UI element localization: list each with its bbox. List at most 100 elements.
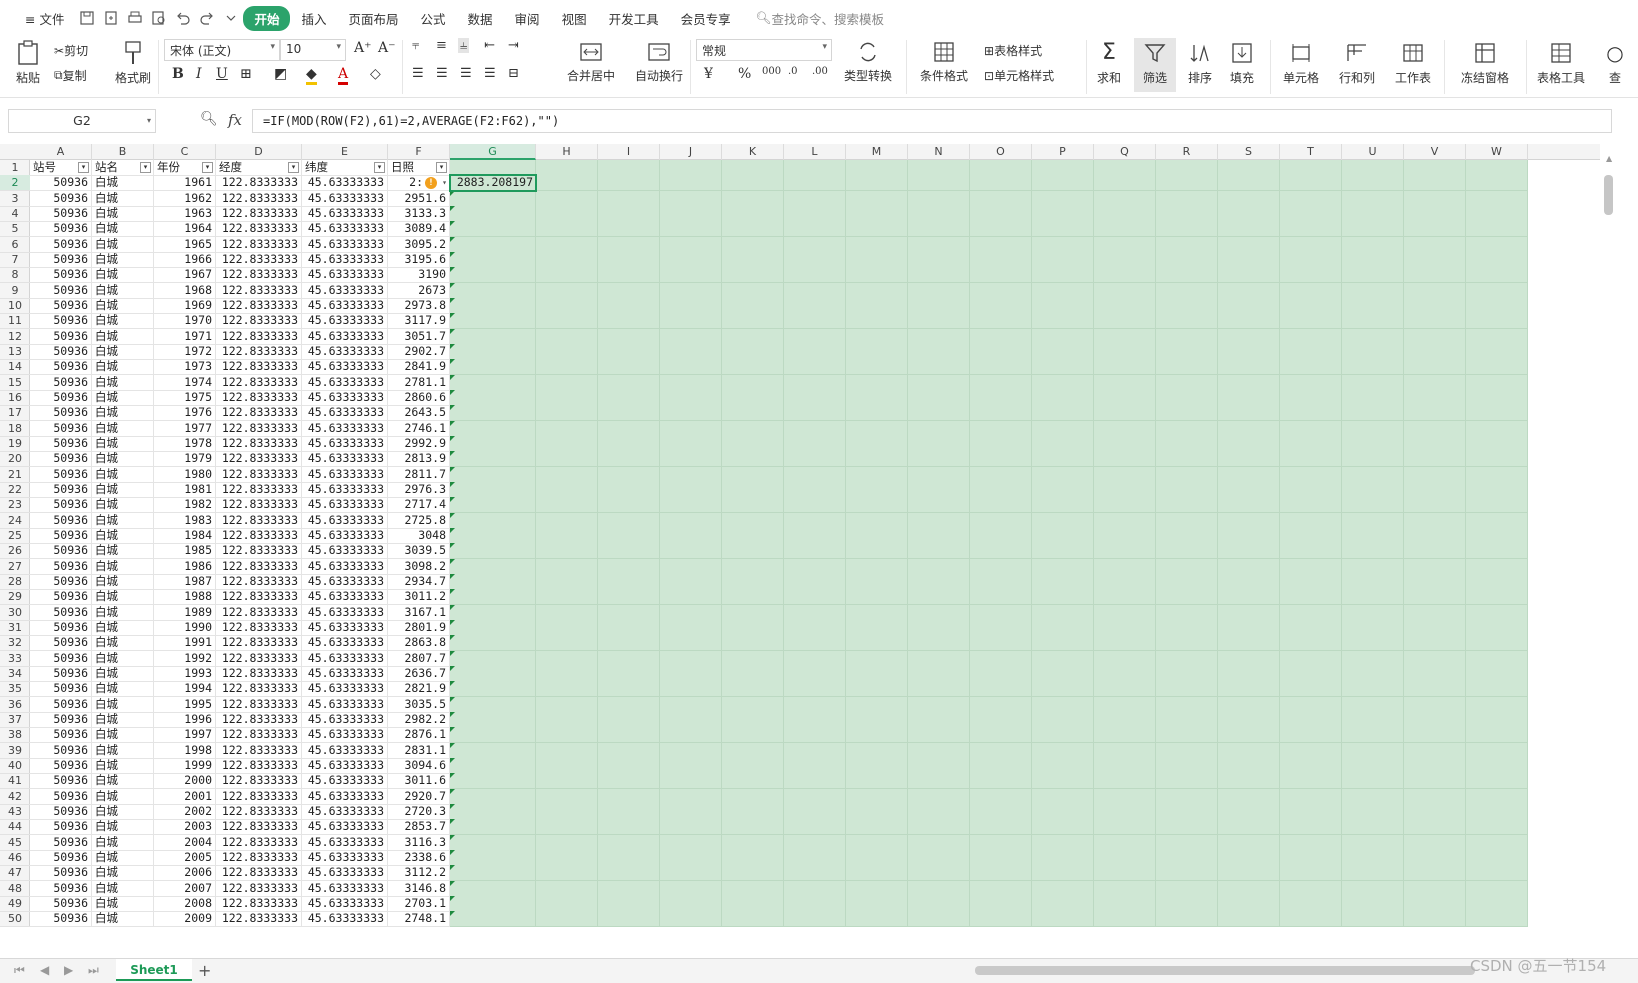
empty-cell[interactable] xyxy=(846,283,908,299)
empty-cell[interactable] xyxy=(1404,482,1466,498)
station-name-cell[interactable]: 白城 xyxy=(92,819,154,835)
empty-cell[interactable] xyxy=(1280,881,1342,897)
empty-cell[interactable] xyxy=(1404,819,1466,835)
header-cell[interactable]: 站名 ▾ xyxy=(92,160,154,176)
station-name-cell[interactable]: 白城 xyxy=(92,559,154,575)
empty-cell[interactable] xyxy=(450,482,536,498)
year-cell[interactable]: 1972 xyxy=(154,344,216,360)
empty-cell[interactable] xyxy=(784,497,846,513)
empty-cell[interactable] xyxy=(1280,712,1342,728)
empty-cell[interactable] xyxy=(536,421,598,437)
empty-cell[interactable] xyxy=(536,359,598,375)
empty-cell[interactable] xyxy=(450,620,536,636)
empty-cell[interactable] xyxy=(1404,589,1466,605)
empty-cell[interactable] xyxy=(536,436,598,452)
row-header[interactable]: 41 xyxy=(0,773,30,789)
empty-cell[interactable] xyxy=(970,436,1032,452)
empty-cell[interactable] xyxy=(846,421,908,437)
empty-cell[interactable] xyxy=(1094,329,1156,345)
empty-cell[interactable] xyxy=(1032,206,1094,222)
empty-cell[interactable] xyxy=(846,390,908,406)
empty-cell[interactable] xyxy=(1156,727,1218,743)
empty-cell[interactable] xyxy=(1466,221,1528,237)
empty-cell[interactable] xyxy=(536,175,598,191)
empty-cell[interactable] xyxy=(1156,850,1218,866)
empty-cell[interactable] xyxy=(1218,589,1280,605)
align-right-icon[interactable]: ☰ xyxy=(460,66,472,81)
empty-cell[interactable] xyxy=(722,175,784,191)
empty-cell[interactable] xyxy=(784,390,846,406)
empty-cell[interactable] xyxy=(722,666,784,682)
empty-cell[interactable] xyxy=(784,543,846,559)
empty-cell[interactable] xyxy=(1032,543,1094,559)
empty-cell[interactable] xyxy=(598,773,660,789)
empty-cell[interactable] xyxy=(970,620,1032,636)
empty-cell[interactable] xyxy=(1342,267,1404,283)
empty-cell[interactable] xyxy=(1404,267,1466,283)
sunshine-cell[interactable]: 2720.3 xyxy=(388,804,450,820)
empty-cell[interactable] xyxy=(1280,283,1342,299)
empty-cell[interactable] xyxy=(846,221,908,237)
longitude-cell[interactable]: 122.8333333 xyxy=(216,528,302,544)
empty-cell[interactable] xyxy=(970,758,1032,774)
header-cell[interactable]: 站号 ▾ xyxy=(30,160,92,176)
empty-cell[interactable] xyxy=(846,528,908,544)
empty-cell[interactable] xyxy=(908,574,970,590)
latitude-cell[interactable]: 45.63333333 xyxy=(302,405,388,421)
empty-cell[interactable] xyxy=(1032,697,1094,713)
empty-cell[interactable] xyxy=(722,681,784,697)
header-cell[interactable]: 纬度 ▾ xyxy=(302,160,388,176)
empty-cell[interactable] xyxy=(1466,467,1528,483)
year-cell[interactable]: 1977 xyxy=(154,421,216,437)
empty-cell[interactable] xyxy=(1094,773,1156,789)
empty-cell[interactable] xyxy=(1218,819,1280,835)
row-header[interactable]: 48 xyxy=(0,881,30,897)
row-header[interactable]: 18 xyxy=(0,421,30,437)
empty-cell[interactable] xyxy=(1342,191,1404,207)
latitude-cell[interactable]: 45.63333333 xyxy=(302,329,388,345)
empty-cell[interactable] xyxy=(598,390,660,406)
empty-cell[interactable] xyxy=(1404,850,1466,866)
empty-cell[interactable] xyxy=(1218,359,1280,375)
station-id-cell[interactable]: 50936 xyxy=(30,697,92,713)
column-header-C[interactable]: C xyxy=(154,144,216,160)
empty-cell[interactable] xyxy=(1156,605,1218,621)
latitude-cell[interactable]: 45.63333333 xyxy=(302,819,388,835)
empty-cell[interactable] xyxy=(450,267,536,283)
longitude-cell[interactable]: 122.8333333 xyxy=(216,252,302,268)
empty-cell[interactable] xyxy=(1404,835,1466,851)
empty-cell[interactable] xyxy=(660,620,722,636)
empty-cell[interactable] xyxy=(1218,712,1280,728)
empty-cell[interactable] xyxy=(598,743,660,759)
empty-cell[interactable] xyxy=(1094,681,1156,697)
empty-cell[interactable] xyxy=(1218,681,1280,697)
empty-cell[interactable] xyxy=(1156,789,1218,805)
longitude-cell[interactable]: 122.8333333 xyxy=(216,589,302,605)
row-header[interactable]: 43 xyxy=(0,804,30,820)
empty-cell[interactable] xyxy=(536,896,598,912)
empty-cell[interactable] xyxy=(450,911,536,927)
sunshine-cell[interactable]: 2746.1 xyxy=(388,421,450,437)
empty-cell[interactable] xyxy=(784,605,846,621)
longitude-cell[interactable]: 122.8333333 xyxy=(216,666,302,682)
longitude-cell[interactable]: 122.8333333 xyxy=(216,191,302,207)
header-cell[interactable]: 年份 ▾ xyxy=(154,160,216,176)
station-id-cell[interactable]: 50936 xyxy=(30,359,92,375)
empty-cell[interactable] xyxy=(970,298,1032,314)
empty-cell[interactable] xyxy=(536,819,598,835)
sunshine-cell[interactable]: 3035.5 xyxy=(388,697,450,713)
empty-cell[interactable] xyxy=(1094,467,1156,483)
empty-cell[interactable] xyxy=(1342,513,1404,529)
empty-cell[interactable] xyxy=(1342,221,1404,237)
latitude-cell[interactable]: 45.63333333 xyxy=(302,881,388,897)
empty-cell[interactable] xyxy=(1218,451,1280,467)
empty-cell[interactable] xyxy=(1280,467,1342,483)
empty-cell[interactable] xyxy=(1466,191,1528,207)
empty-cell[interactable] xyxy=(722,773,784,789)
column-header-R[interactable]: R xyxy=(1156,144,1218,160)
empty-cell[interactable] xyxy=(1032,835,1094,851)
empty-cell[interactable] xyxy=(1218,911,1280,927)
row-header[interactable]: 46 xyxy=(0,850,30,866)
sunshine-cell[interactable]: 2902.7 xyxy=(388,344,450,360)
empty-cell[interactable] xyxy=(598,313,660,329)
